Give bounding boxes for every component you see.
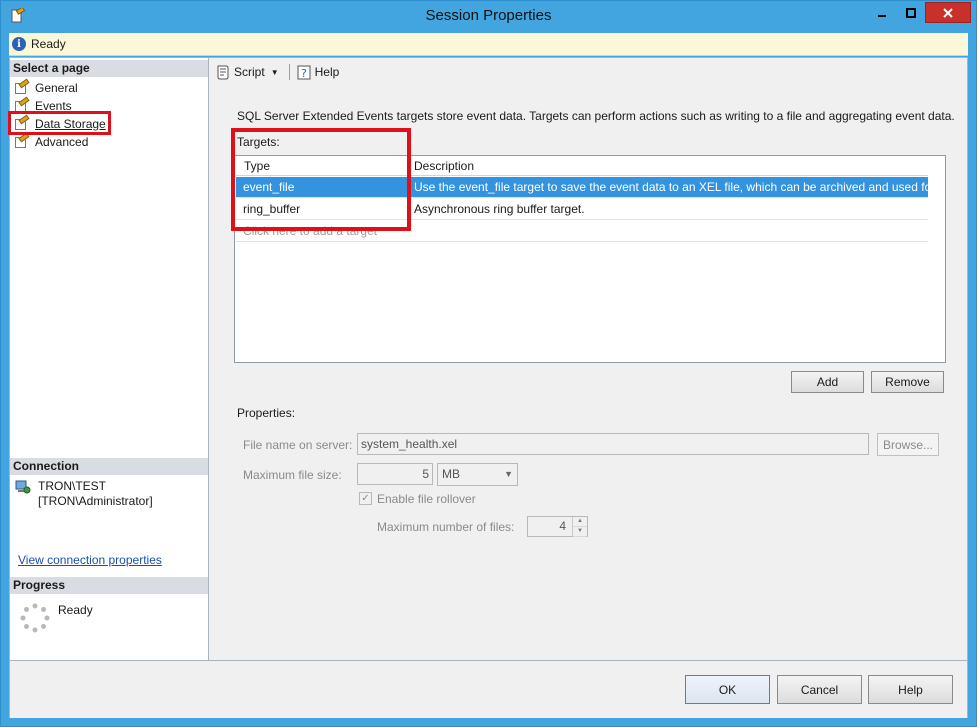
maximize-button[interactable]: [898, 2, 924, 23]
select-page-header: Select a page: [10, 60, 208, 77]
max-file-size-label: Maximum file size:: [243, 468, 342, 482]
page-icon: [14, 132, 30, 148]
remove-target-button[interactable]: Remove: [871, 371, 944, 393]
help-button[interactable]: Help: [868, 675, 953, 704]
file-size-unit-select[interactable]: MB ▼: [437, 463, 518, 486]
cancel-button[interactable]: Cancel: [777, 675, 862, 704]
page-selector-pane: Select a page General Events Data Storag…: [8, 58, 209, 660]
connection-header: Connection: [10, 458, 208, 475]
stepper-down-icon[interactable]: ▼: [573, 527, 587, 537]
help-icon: ?: [297, 65, 311, 80]
stepper-up-icon[interactable]: ▲: [573, 517, 587, 527]
chevron-down-icon[interactable]: ▼: [271, 68, 279, 77]
progress-header: Progress: [10, 577, 208, 594]
maximize-icon: [906, 7, 916, 18]
svg-text:?: ?: [301, 67, 307, 80]
file-name-label: File name on server:: [243, 438, 353, 452]
page-item-advanced[interactable]: Advanced: [14, 132, 89, 150]
script-button[interactable]: Script ▼: [213, 61, 281, 83]
info-icon: i: [12, 37, 26, 51]
max-file-size-field[interactable]: 5: [357, 463, 433, 485]
stepper-buttons[interactable]: ▲ ▼: [572, 517, 587, 537]
max-files-label: Maximum number of files:: [377, 520, 515, 534]
toolbar: Script ▼ ? Help: [210, 58, 967, 86]
highlight-box-data-storage: [8, 111, 111, 135]
minimize-icon: [878, 14, 886, 17]
session-properties-window: Session Properties i Ready Select a page…: [0, 0, 977, 727]
chevron-down-icon: ▼: [504, 469, 513, 479]
cell-description[interactable]: Asynchronous ring buffer target.: [408, 199, 928, 219]
close-button[interactable]: [925, 2, 971, 23]
toolbar-separator: [288, 64, 290, 80]
page-item-label: General: [35, 80, 78, 95]
close-icon: [943, 7, 953, 18]
browse-button[interactable]: Browse...: [877, 433, 939, 456]
help-label: Help: [314, 65, 340, 79]
highlight-box-targets: [231, 128, 411, 231]
page-icon: [14, 78, 30, 94]
dialog-client-area: Select a page General Events Data Storag…: [8, 57, 968, 718]
file-name-field[interactable]: system_health.xel: [357, 433, 869, 455]
view-connection-properties-link[interactable]: View connection properties: [18, 553, 162, 567]
ok-button[interactable]: OK: [685, 675, 770, 704]
status-text: Ready: [31, 37, 66, 51]
progress-status-text: Ready: [58, 603, 93, 617]
data-storage-page: Script ▼ ? Help SQL Server Extended Even…: [210, 58, 967, 660]
help-toolbar-button[interactable]: ? Help: [294, 61, 342, 83]
file-rollover-label: Enable file rollover: [377, 492, 476, 506]
file-size-unit-value: MB: [442, 467, 460, 481]
connection-info: TRON\TEST [TRON\Administrator]: [38, 479, 153, 509]
script-icon: [217, 65, 229, 80]
intro-text: SQL Server Extended Events targets store…: [237, 109, 955, 123]
max-files-stepper[interactable]: 4 ▲ ▼: [527, 516, 588, 537]
status-bar: i Ready: [9, 33, 968, 56]
file-rollover-checkbox[interactable]: ✓: [359, 492, 372, 505]
connection-user: [TRON\Administrator]: [38, 494, 153, 508]
page-item-label: Advanced: [35, 134, 89, 149]
connection-server: TRON\TEST: [38, 479, 106, 493]
cell-description[interactable]: Use the event_file target to save the ev…: [408, 177, 928, 197]
column-header-description[interactable]: Description: [408, 157, 928, 175]
script-label: Script: [234, 65, 265, 79]
page-item-general[interactable]: General: [14, 78, 79, 96]
add-target-empty-cell[interactable]: [408, 221, 928, 241]
dialog-button-bar: OK Cancel Help: [10, 660, 967, 718]
title-bar[interactable]: Session Properties: [1, 1, 976, 32]
properties-label: Properties:: [237, 406, 296, 420]
server-connection-icon: [15, 480, 31, 494]
grid-scrollbar[interactable]: [928, 156, 945, 362]
max-files-value: 4: [559, 519, 566, 533]
progress-spinner-icon: [20, 603, 50, 633]
window-title: Session Properties: [425, 7, 552, 24]
minimize-button[interactable]: [869, 2, 895, 23]
add-target-button[interactable]: Add: [791, 371, 864, 393]
